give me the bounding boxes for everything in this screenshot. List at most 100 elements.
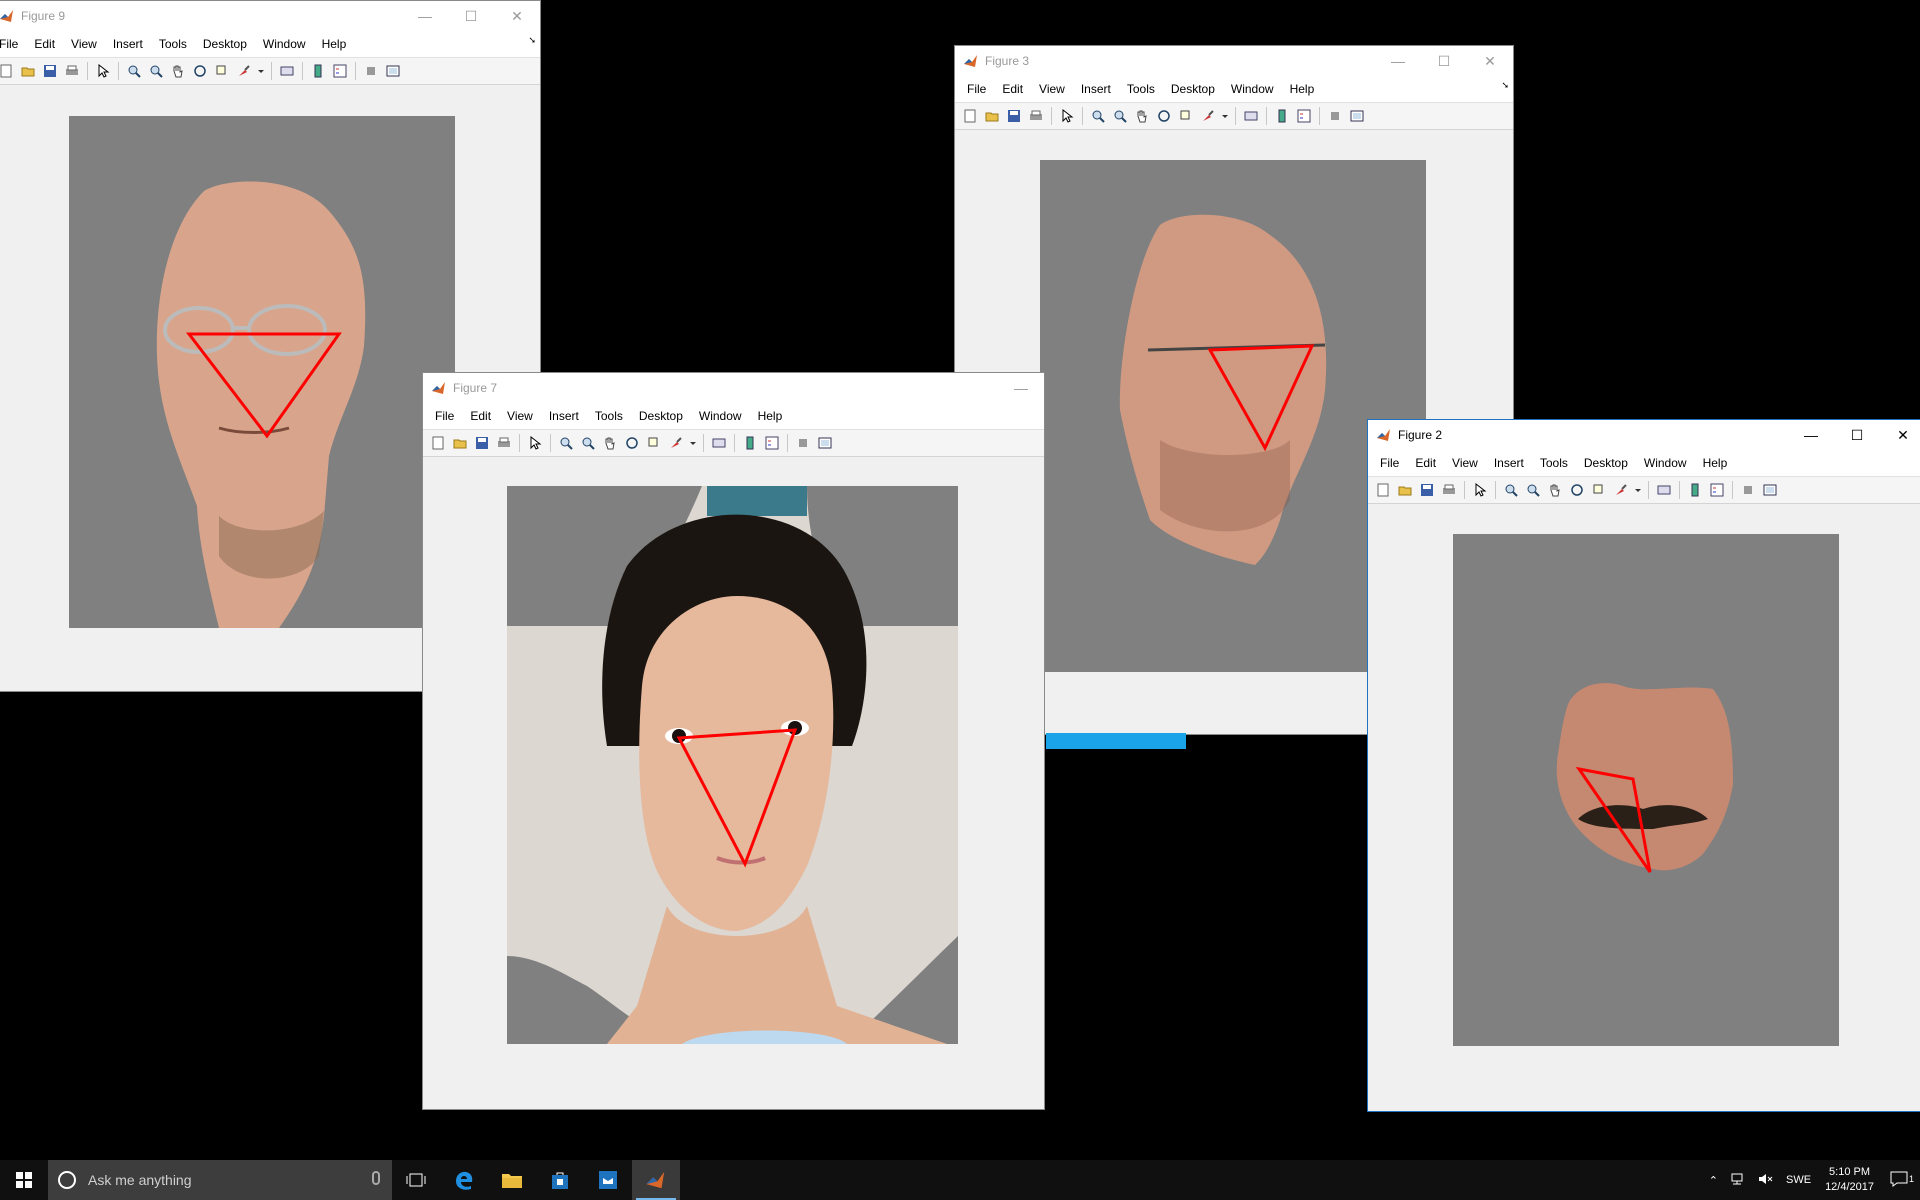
- dock-arrow-icon[interactable]: ➘: [528, 35, 536, 46]
- zoom-out-icon[interactable]: [1111, 107, 1129, 125]
- menu-tools[interactable]: Tools: [151, 37, 195, 51]
- new-figure-icon[interactable]: [961, 107, 979, 125]
- matlab-taskbar-button[interactable]: [632, 1160, 680, 1200]
- zoom-out-icon[interactable]: [147, 62, 165, 80]
- minimize-button[interactable]: —: [1788, 420, 1834, 450]
- menu-file[interactable]: File: [427, 409, 462, 423]
- edit-plot-arrow-icon[interactable]: [526, 434, 544, 452]
- close-button[interactable]: ✕: [1880, 420, 1920, 450]
- legend-icon[interactable]: [1295, 107, 1313, 125]
- menu-help[interactable]: Help: [750, 409, 791, 423]
- legend-icon[interactable]: [331, 62, 349, 80]
- save-icon[interactable]: [41, 62, 59, 80]
- hide-plot-tools-icon[interactable]: [1739, 481, 1757, 499]
- rotate-3d-icon[interactable]: [623, 434, 641, 452]
- pan-hand-icon[interactable]: [169, 62, 187, 80]
- menu-insert[interactable]: Insert: [1073, 82, 1119, 96]
- maximize-button[interactable]: ☐: [448, 1, 494, 31]
- open-folder-icon[interactable]: [1396, 481, 1414, 499]
- edge-browser-button[interactable]: [440, 1160, 488, 1200]
- print-icon[interactable]: [1027, 107, 1045, 125]
- menu-file[interactable]: File: [0, 37, 26, 51]
- show-plot-tools-icon[interactable]: [384, 62, 402, 80]
- menu-tools[interactable]: Tools: [1532, 456, 1576, 470]
- legend-icon[interactable]: [1708, 481, 1726, 499]
- task-view-button[interactable]: [392, 1160, 440, 1200]
- rotate-3d-icon[interactable]: [1155, 107, 1173, 125]
- menu-window[interactable]: Window: [255, 37, 314, 51]
- network-icon[interactable]: [1724, 1172, 1752, 1189]
- minimize-button[interactable]: —: [1375, 46, 1421, 76]
- pan-hand-icon[interactable]: [1133, 107, 1151, 125]
- menu-file[interactable]: File: [1372, 456, 1407, 470]
- menu-desktop[interactable]: Desktop: [631, 409, 691, 423]
- edit-plot-arrow-icon[interactable]: [94, 62, 112, 80]
- menu-help[interactable]: Help: [1695, 456, 1736, 470]
- open-folder-icon[interactable]: [983, 107, 1001, 125]
- menu-desktop[interactable]: Desktop: [195, 37, 255, 51]
- menu-help[interactable]: Help: [1282, 82, 1323, 96]
- menu-file[interactable]: File: [959, 82, 994, 96]
- show-plot-tools-icon[interactable]: [1348, 107, 1366, 125]
- rotate-3d-icon[interactable]: [1568, 481, 1586, 499]
- menu-insert[interactable]: Insert: [541, 409, 587, 423]
- clock[interactable]: 5:10 PM 12/4/2017: [1817, 1165, 1882, 1195]
- data-cursor-icon[interactable]: [1590, 481, 1608, 499]
- pan-hand-icon[interactable]: [1546, 481, 1564, 499]
- maximize-button[interactable]: ☐: [1834, 420, 1880, 450]
- title-bar[interactable]: Figure 3 — ☐ ✕: [955, 46, 1513, 76]
- open-folder-icon[interactable]: [451, 434, 469, 452]
- brush-icon[interactable]: [1612, 481, 1630, 499]
- brush-icon[interactable]: [1199, 107, 1217, 125]
- edit-plot-arrow-icon[interactable]: [1471, 481, 1489, 499]
- show-plot-tools-icon[interactable]: [816, 434, 834, 452]
- volume-muted-icon[interactable]: [1752, 1172, 1780, 1189]
- save-icon[interactable]: [473, 434, 491, 452]
- title-bar[interactable]: Figure 9 — ☐ ✕: [0, 1, 540, 31]
- brush-dropdown-icon[interactable]: [1221, 107, 1229, 125]
- new-figure-icon[interactable]: [429, 434, 447, 452]
- menu-view[interactable]: View: [1031, 82, 1073, 96]
- menu-edit[interactable]: Edit: [994, 82, 1031, 96]
- title-bar[interactable]: Figure 7 —: [423, 373, 1044, 403]
- brush-icon[interactable]: [235, 62, 253, 80]
- close-button[interactable]: ✕: [1467, 46, 1513, 76]
- face-image-axes[interactable]: [69, 116, 455, 628]
- menu-desktop[interactable]: Desktop: [1163, 82, 1223, 96]
- print-icon[interactable]: [1440, 481, 1458, 499]
- menu-tools[interactable]: Tools: [587, 409, 631, 423]
- mail-button[interactable]: [584, 1160, 632, 1200]
- title-bar[interactable]: Figure 2 — ☐ ✕: [1368, 420, 1920, 450]
- link-plot-icon[interactable]: [710, 434, 728, 452]
- show-plot-tools-icon[interactable]: [1761, 481, 1779, 499]
- maximize-button[interactable]: ☐: [1421, 46, 1467, 76]
- print-icon[interactable]: [63, 62, 81, 80]
- brush-dropdown-icon[interactable]: [689, 434, 697, 452]
- data-cursor-icon[interactable]: [213, 62, 231, 80]
- microphone-icon[interactable]: [372, 1171, 380, 1185]
- rotate-3d-icon[interactable]: [191, 62, 209, 80]
- menu-view[interactable]: View: [63, 37, 105, 51]
- colorbar-icon[interactable]: [741, 434, 759, 452]
- hide-plot-tools-icon[interactable]: [794, 434, 812, 452]
- start-button[interactable]: [0, 1160, 48, 1200]
- menu-view[interactable]: View: [499, 409, 541, 423]
- brush-dropdown-icon[interactable]: [1634, 481, 1642, 499]
- link-plot-icon[interactable]: [278, 62, 296, 80]
- input-language[interactable]: SWE: [1780, 1174, 1817, 1186]
- figure-2-window[interactable]: Figure 2 — ☐ ✕ File Edit View Insert Too…: [1367, 419, 1920, 1112]
- legend-icon[interactable]: [763, 434, 781, 452]
- link-plot-icon[interactable]: [1655, 481, 1673, 499]
- print-icon[interactable]: [495, 434, 513, 452]
- chevron-up-icon[interactable]: ⌃: [1703, 1174, 1724, 1187]
- menu-tools[interactable]: Tools: [1119, 82, 1163, 96]
- action-center-button[interactable]: 1: [1882, 1171, 1920, 1190]
- zoom-in-icon[interactable]: [1502, 481, 1520, 499]
- close-button[interactable]: ✕: [494, 1, 540, 31]
- zoom-in-icon[interactable]: [557, 434, 575, 452]
- dock-arrow-icon[interactable]: ➘: [1501, 80, 1509, 91]
- menu-insert[interactable]: Insert: [1486, 456, 1532, 470]
- menu-edit[interactable]: Edit: [1407, 456, 1444, 470]
- store-button[interactable]: [536, 1160, 584, 1200]
- file-explorer-button[interactable]: [488, 1160, 536, 1200]
